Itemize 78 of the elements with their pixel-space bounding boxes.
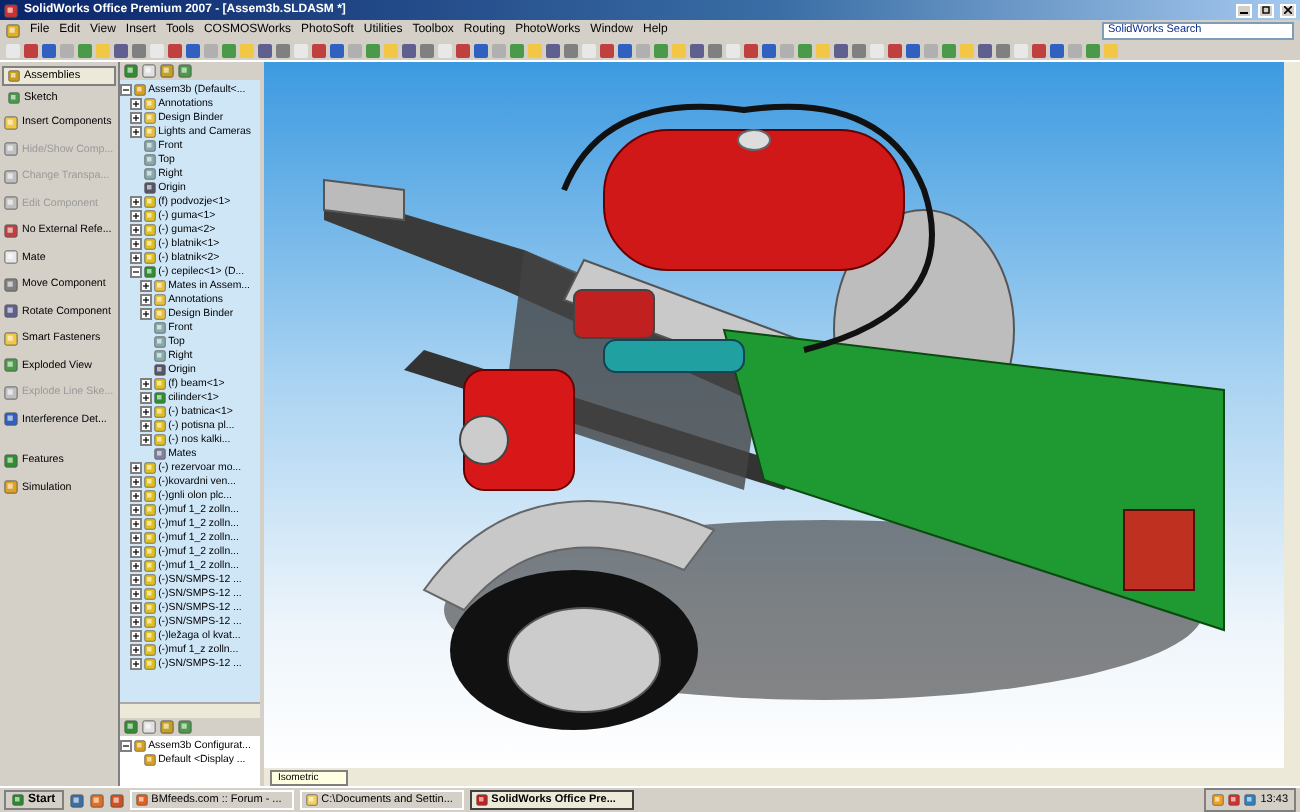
tool-icon — [4, 115, 18, 130]
tool-icon — [4, 385, 18, 400]
tool-icon — [4, 412, 18, 427]
tool-icon — [8, 70, 20, 82]
expand-toggle[interactable] — [130, 587, 143, 599]
expand-toggle[interactable] — [140, 293, 153, 305]
origin-icon — [154, 363, 167, 375]
subassembly-icon — [154, 391, 167, 403]
expand-toggle[interactable] — [140, 279, 153, 291]
collapse-toggle[interactable] — [130, 265, 143, 277]
expand-toggle[interactable] — [130, 111, 143, 123]
expand-toggle[interactable] — [130, 251, 143, 263]
expand-toggle[interactable] — [130, 461, 143, 473]
expand-toggle[interactable] — [130, 615, 143, 627]
tray-icon — [1212, 794, 1225, 806]
mates-icon — [154, 447, 167, 459]
expand-toggle[interactable] — [140, 377, 153, 389]
tool-icon — [4, 331, 18, 346]
tool-icon — [4, 277, 18, 292]
tray-icon — [1228, 794, 1241, 806]
expand-toggle[interactable] — [130, 223, 143, 235]
expand-toggle[interactable] — [130, 643, 143, 655]
tool-icon — [4, 250, 18, 265]
expand-toggle[interactable] — [130, 489, 143, 501]
expand-toggle[interactable] — [140, 419, 153, 431]
minimize-button[interactable] — [1236, 3, 1252, 17]
configuration-icon — [144, 753, 157, 765]
expand-toggle[interactable] — [130, 237, 143, 249]
quick-launch-icon — [69, 793, 84, 807]
app-logo-icon — [4, 3, 18, 17]
window-icon — [135, 794, 148, 806]
expand-toggle[interactable] — [140, 391, 153, 403]
tool-icon — [4, 169, 18, 184]
minimize-icon — [1240, 6, 1248, 14]
expand-toggle[interactable] — [130, 657, 143, 669]
windows-logo-icon — [12, 794, 24, 806]
origin-icon — [144, 181, 157, 193]
expand-toggle[interactable] — [130, 97, 143, 109]
window-icon — [475, 794, 488, 806]
tool-icon — [4, 480, 18, 495]
expand-toggle[interactable] — [130, 601, 143, 613]
window-icon — [305, 794, 318, 806]
document-icon — [6, 23, 20, 37]
collapse-toggle[interactable] — [120, 739, 133, 751]
expand-toggle[interactable] — [140, 307, 153, 319]
expand-toggle[interactable] — [130, 503, 143, 515]
tool-icon — [4, 453, 18, 468]
expand-toggle[interactable] — [130, 125, 143, 137]
quick-launch-icon — [89, 793, 104, 807]
assembly-icon — [134, 83, 147, 95]
close-icon — [1284, 6, 1292, 14]
horizontal-scrollbar[interactable] — [120, 702, 260, 718]
maximize-icon — [1262, 6, 1270, 14]
expand-toggle[interactable] — [140, 405, 153, 417]
close-button[interactable] — [1280, 3, 1296, 17]
tool-icon — [4, 196, 18, 211]
part-icon — [154, 377, 167, 389]
quick-launch-icon — [109, 793, 124, 807]
tool-icon — [4, 223, 18, 238]
vertical-scrollbar[interactable] — [1284, 62, 1300, 768]
subassembly-icon — [144, 265, 157, 277]
expand-toggle[interactable] — [130, 559, 143, 571]
expand-toggle[interactable] — [130, 195, 143, 207]
expand-toggle[interactable] — [130, 545, 143, 557]
maximize-button[interactable] — [1258, 3, 1274, 17]
tool-icon — [4, 304, 18, 319]
expand-toggle[interactable] — [130, 573, 143, 585]
expand-toggle[interactable] — [130, 475, 143, 487]
tool-icon — [4, 358, 18, 373]
expand-toggle[interactable] — [130, 629, 143, 641]
tray-icon — [1244, 794, 1257, 806]
tool-icon — [4, 142, 18, 157]
expand-toggle[interactable] — [140, 433, 153, 445]
collapse-toggle[interactable] — [120, 83, 133, 95]
expand-toggle[interactable] — [130, 531, 143, 543]
tool-icon — [8, 92, 20, 104]
expand-toggle[interactable] — [130, 209, 143, 221]
expand-toggle[interactable] — [130, 517, 143, 529]
